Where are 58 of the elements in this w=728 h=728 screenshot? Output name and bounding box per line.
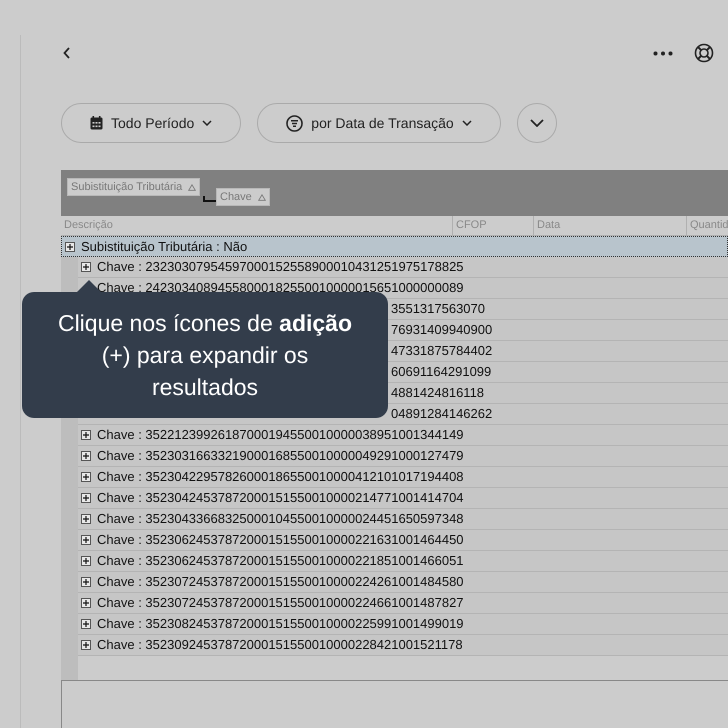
tree-row[interactable]: Chave : 35230624537872000151550010000221851001466051	[78, 551, 728, 572]
filter-icon	[286, 114, 304, 132]
tree-row[interactable]: Chave : 35230724537872000151550010000224661001487827	[78, 593, 728, 614]
filter-dropdown[interactable]: Todo Período	[61, 103, 242, 143]
caret-icon	[462, 120, 472, 126]
expand-toggle[interactable]	[81, 514, 91, 524]
group-row[interactable]: Subistituição Tributária : Não	[61, 236, 728, 257]
expand-toggle[interactable]	[81, 472, 91, 482]
row-label: Chave : 35230824537872000151550010000225991001499019	[97, 615, 464, 634]
expand-toggle[interactable]	[81, 430, 91, 440]
expand-toggle[interactable]	[81, 577, 91, 587]
row-label: Chave : 35230433668325000104550010000024451650597348	[97, 510, 464, 528]
row-label: Chave : 35230724537872000151550010000224661001487827	[97, 594, 464, 612]
row-label: Chave : 23230307954597000152558900010431251975178825	[97, 258, 464, 276]
row-label: Chave : 35230724537872000151550010000224261001484580	[97, 573, 464, 592]
row-label: Chave : 24230340894558000182550010000015651000000089	[97, 279, 464, 298]
row-label: 04891284146262	[391, 405, 492, 424]
filter-dropdown[interactable]: por Data de Transação	[257, 103, 501, 143]
tree-row[interactable]: Chave : 35221239926187000194550010000038951001344149	[78, 425, 728, 446]
tree-row[interactable]: Chave : 35230724537872000151550010000224261001484580	[78, 572, 728, 593]
expand-toggle[interactable]	[81, 451, 91, 461]
expand-toggle[interactable]	[81, 493, 91, 503]
expand-toggle[interactable]	[81, 619, 91, 629]
row-label: Chave : 35230316633219000168550010000049291000127479	[97, 447, 464, 466]
tree-row[interactable]: Chave : 35230422957826000186550010000412101017194408	[78, 467, 728, 488]
tree-row[interactable]: Chave : 35230924537872000151550010000228421001521178	[78, 635, 728, 656]
row-label: 60691164291099	[391, 363, 492, 382]
row-label: 47331875784402	[391, 342, 492, 360]
expand-toggle[interactable]	[81, 262, 91, 272]
lifebuoy-icon[interactable]	[694, 43, 714, 63]
expand-toggle[interactable]	[81, 556, 91, 566]
tree-row[interactable]: Chave : 35230316633219000168550010000049291000127479	[78, 446, 728, 467]
chevron-down-icon	[530, 119, 544, 127]
row-label: Chave : 35230624537872000151550010000221631001464450	[97, 531, 464, 550]
sort-icon	[188, 184, 196, 190]
calendar-icon	[90, 116, 103, 130]
row-label: Chave : 35230924537872000151550010000228421001521178	[97, 636, 463, 654]
row-label: Chave : 35221239926187000194550010000038951001344149	[97, 426, 464, 444]
group-row-label: Subistituição Tributária : Não	[81, 238, 248, 256]
back-icon	[63, 47, 71, 59]
sort-icon	[258, 194, 266, 200]
more-icon[interactable]	[652, 49, 674, 57]
tree-row[interactable]: Chave : 35230424537872000151550010000214771001414704	[78, 488, 728, 509]
row-label: Chave : 35230422957826000186550010000412101017194408	[97, 468, 464, 486]
expand-toggle[interactable]	[65, 242, 75, 252]
tree-row[interactable]: Chave : 23230307954597000152558900010431251975178825	[78, 257, 728, 278]
row-label: Chave : 35230624537872000151550010000221851001466051	[97, 552, 464, 570]
expand-toggle[interactable]	[81, 535, 91, 545]
row-label: 4881424816118	[391, 384, 484, 402]
row-label: 76931409940900	[391, 321, 492, 340]
row-label: Chave : 35230424537872000151550010000214771001414704	[97, 489, 464, 508]
expand-toggle[interactable]	[81, 640, 91, 650]
tree-row[interactable]: Chave : 35230824537872000151550010000225991001499019	[78, 614, 728, 635]
tree-row[interactable]: Chave : 35230433668325000104550010000024451650597348	[78, 509, 728, 530]
expand-toggle[interactable]	[81, 598, 91, 608]
row-label: 3551317563070	[391, 300, 485, 318]
caret-icon	[202, 120, 212, 126]
tree-row[interactable]: Chave : 35230624537872000151550010000221631001464450	[78, 530, 728, 551]
